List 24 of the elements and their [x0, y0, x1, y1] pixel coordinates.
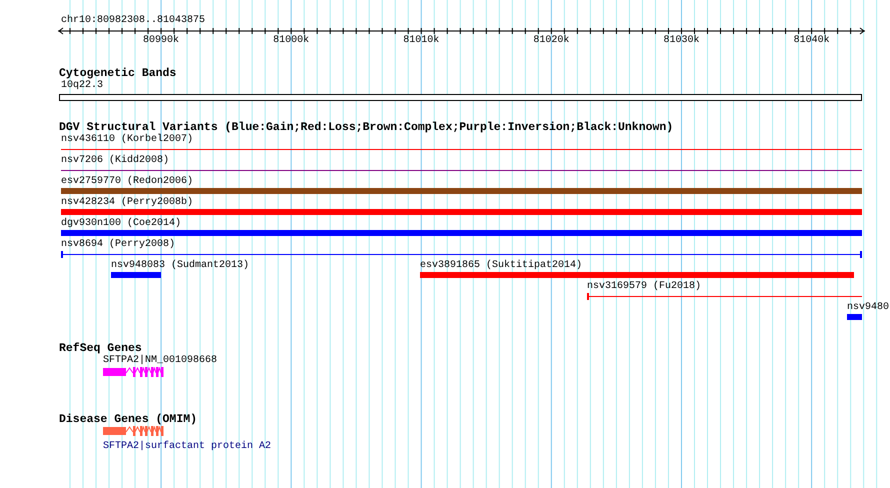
track-title: DGV Structural Variants (Blue:Gain;Red:Loss;Brown:Complex;Purple:Inversion;Black:Unknown) [59, 122, 674, 134]
variant-label: nsv428234 (Perry2008b) [61, 197, 194, 209]
variant-label: nsv8694 (Perry2008) [61, 239, 176, 251]
gene-link[interactable]: SFTPA2|surfactant protein A2 [102, 441, 272, 453]
variant-label: nsv7206 (Kidd2008) [61, 155, 170, 167]
gene-label: SFTPA2|NM_001098668 [102, 355, 218, 367]
variant-label: esv2759770 (Redon2006) [61, 176, 194, 188]
track-title: Disease Genes (OMIM) [59, 414, 198, 426]
tick-label: 81040k [794, 35, 830, 47]
track-title: Cytogenetic Bands [59, 68, 176, 80]
tick-label: 81020k [533, 35, 570, 47]
tick-label: 80990k [143, 35, 180, 47]
variant-label: esv3891865 (Suktitipat2014) [420, 260, 582, 272]
variant-label: nsv948083 (Sudmant2013) [110, 260, 250, 272]
tick-label: 81000k [273, 35, 310, 47]
band-label: 10q22.3 [61, 80, 104, 92]
variant-label: nsv9480 [846, 302, 889, 314]
location-label: chr10:80982308..81043875 [61, 15, 206, 27]
variant-label: dgv930n100 (Coe2014) [61, 218, 182, 230]
tick-label: 81030k [663, 35, 700, 47]
tick-label: 81010k [403, 35, 440, 47]
variant-label: nsv3169579 (Fu2018) [587, 281, 702, 293]
track-title: RefSeq Genes [59, 343, 142, 355]
variant-label: nsv436110 (Korbel2007) [61, 134, 194, 146]
